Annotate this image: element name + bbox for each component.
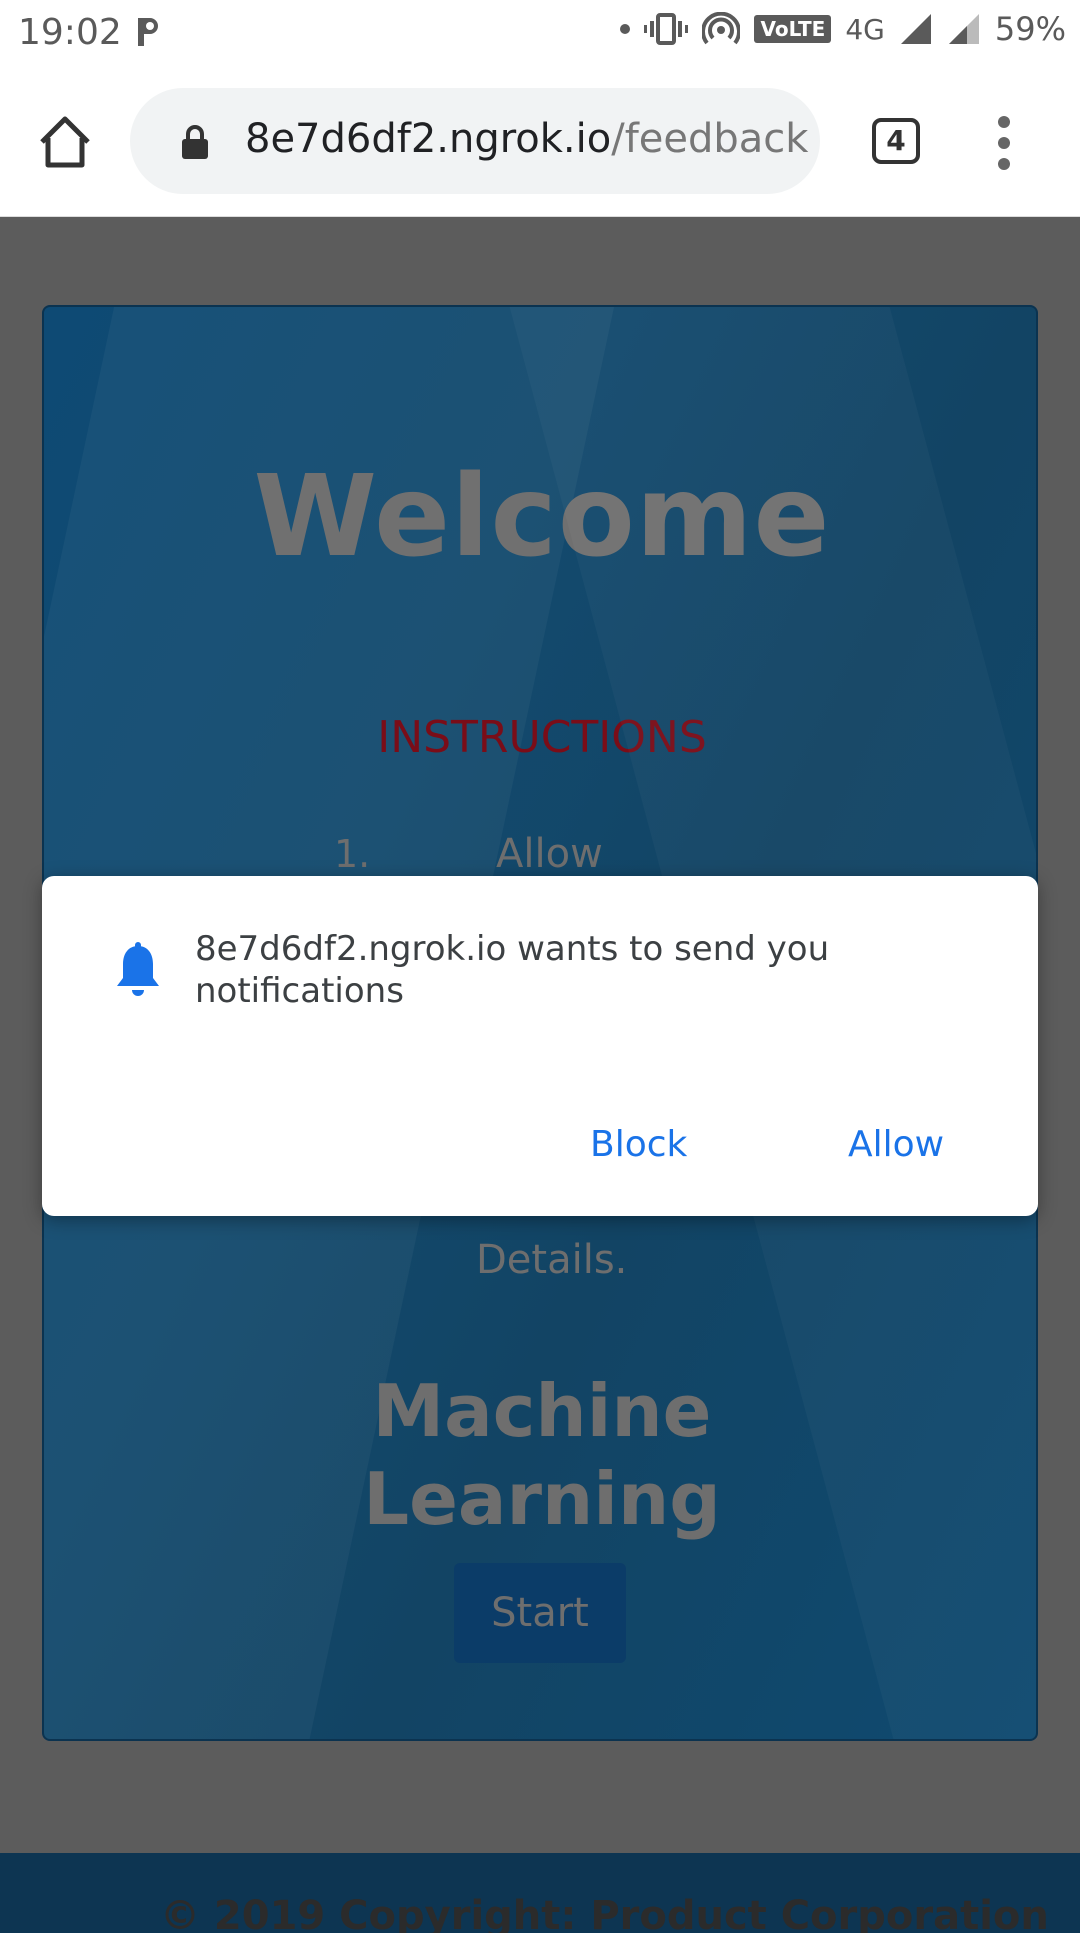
footer-copyright: © 2019 Copyright: Product Corporation bbox=[160, 1893, 1049, 1933]
welcome-heading: Welcome bbox=[253, 452, 831, 582]
hotspot-icon bbox=[702, 12, 741, 45]
home-icon[interactable] bbox=[36, 114, 94, 170]
tab-switcher-button[interactable]: 4 bbox=[872, 118, 920, 164]
parking-app-icon bbox=[138, 18, 158, 46]
url-path: /feedback bbox=[611, 116, 809, 162]
notification-dot-icon bbox=[620, 24, 631, 34]
notification-permission-dialog: 8e7d6df2.ngrok.io wants to send you noti… bbox=[42, 876, 1038, 1216]
more-menu-icon[interactable] bbox=[994, 116, 1014, 172]
dialog-message: 8e7d6df2.ngrok.io wants to send you noti… bbox=[195, 929, 830, 1011]
section-title-line2: Learning bbox=[363, 1457, 721, 1541]
step-number: 1. bbox=[334, 832, 371, 876]
step-text: Allow bbox=[496, 831, 603, 877]
volte-badge: VoLTE bbox=[754, 15, 832, 43]
page-footer: © 2019 Copyright: Product Corporation bbox=[0, 1853, 1080, 1933]
status-bar: 19:02 VoLTE 4G 59% bbox=[0, 0, 1080, 66]
section-title: Machine Learning bbox=[44, 1367, 1036, 1543]
url-host: 8e7d6df2.ngrok.io bbox=[245, 116, 612, 162]
instructions-label: INSTRUCTIONS bbox=[377, 712, 707, 763]
battery-level: 59% bbox=[994, 10, 1066, 48]
allow-button[interactable]: Allow bbox=[848, 1124, 944, 1165]
address-bar[interactable]: 8e7d6df2.ngrok.io/feedback bbox=[130, 88, 820, 194]
bell-icon bbox=[117, 942, 159, 996]
details-text: Details. bbox=[476, 1237, 628, 1283]
section-title-line1: Machine bbox=[372, 1369, 712, 1453]
signal-icon bbox=[900, 14, 931, 44]
status-icons: VoLTE 4G 59% bbox=[620, 10, 1066, 48]
network-type: 4G bbox=[845, 12, 885, 46]
signal-secondary-icon bbox=[948, 14, 979, 44]
lock-icon bbox=[182, 125, 208, 159]
start-button[interactable]: Start bbox=[454, 1563, 626, 1663]
block-button[interactable]: Block bbox=[590, 1124, 687, 1165]
browser-toolbar: 8e7d6df2.ngrok.io/feedback 4 bbox=[0, 66, 1080, 217]
url-text: 8e7d6df2.ngrok.io/feedback bbox=[245, 116, 808, 162]
vibrate-icon bbox=[644, 13, 689, 45]
status-time: 19:02 bbox=[18, 12, 122, 53]
